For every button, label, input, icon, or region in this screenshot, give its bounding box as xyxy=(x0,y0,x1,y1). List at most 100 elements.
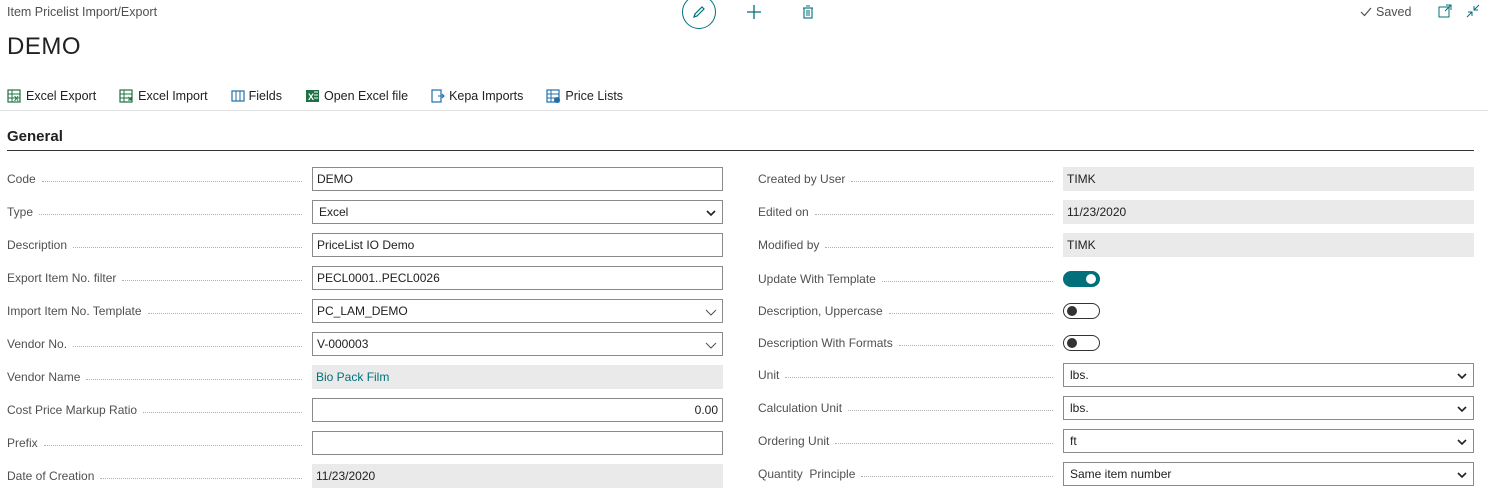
vendor-no-value: V-000003 xyxy=(317,337,369,351)
field-code: Code DEMO xyxy=(7,167,723,191)
unit-value: lbs. xyxy=(1070,368,1089,382)
export-filter-input[interactable]: PECL0001..PECL0026 xyxy=(312,266,723,290)
type-value: Excel xyxy=(319,205,349,219)
date-creation-value: 11/23/2020 xyxy=(312,464,723,488)
chevron-down-icon xyxy=(705,309,717,316)
modified-by-value: TIMK xyxy=(1063,233,1474,257)
delete-button[interactable] xyxy=(798,2,818,22)
description-input[interactable]: PriceList IO Demo xyxy=(312,233,723,257)
kepa-imports-icon xyxy=(431,89,445,103)
field-modified-by: Modified by TIMK xyxy=(758,233,1474,257)
plus-icon xyxy=(747,5,761,19)
excel-export-action[interactable]: X Excel Export xyxy=(7,89,96,103)
vendor-name-value[interactable]: Bio Pack Film xyxy=(312,365,723,389)
ordering-unit-select[interactable]: ft xyxy=(1063,429,1474,453)
chevron-down-icon xyxy=(1457,406,1467,413)
new-button[interactable] xyxy=(744,2,764,22)
excel-import-label: Excel Import xyxy=(138,89,208,103)
field-unit: Unit lbs. xyxy=(758,363,1474,387)
qty-principle-label: Quantity Principle xyxy=(758,467,856,481)
desc-formats-toggle[interactable] xyxy=(1063,335,1100,351)
fields-icon xyxy=(231,90,245,102)
check-icon xyxy=(1360,7,1372,17)
page-title: DEMO xyxy=(7,33,81,60)
import-template-label: Import Item No. Template xyxy=(7,304,142,318)
field-vendor-name: Vendor Name Bio Pack Film xyxy=(7,365,723,389)
chevron-down-icon xyxy=(1457,439,1467,446)
markup-input[interactable]: 0.00 xyxy=(312,398,723,422)
qty-principle-value: Same item number xyxy=(1070,467,1172,481)
excel-file-icon: X xyxy=(305,90,319,102)
fields-label: Fields xyxy=(248,89,282,103)
code-input[interactable]: DEMO xyxy=(312,167,723,191)
calc-unit-label: Calculation Unit xyxy=(758,401,843,415)
saved-status: Saved xyxy=(1360,5,1411,19)
prefix-label: Prefix xyxy=(7,436,38,450)
page-actions xyxy=(682,0,818,30)
prefix-input[interactable] xyxy=(312,431,723,455)
trash-icon xyxy=(803,5,813,19)
field-created-by: Created by User TIMK xyxy=(758,167,1474,191)
ordering-unit-label: Ordering Unit xyxy=(758,434,830,448)
import-template-lookup[interactable]: PC_LAM_DEMO xyxy=(312,299,723,323)
section-title-general[interactable]: General xyxy=(7,128,63,145)
edited-on-value: 11/23/2020 xyxy=(1063,200,1474,224)
chevron-down-icon xyxy=(1457,472,1467,479)
calc-unit-value: lbs. xyxy=(1070,401,1089,415)
excel-export-label: Excel Export xyxy=(26,89,97,103)
excel-import-icon xyxy=(119,89,133,103)
created-by-label: Created by User xyxy=(758,172,846,186)
update-template-toggle[interactable] xyxy=(1063,271,1100,287)
calc-unit-select[interactable]: lbs. xyxy=(1063,396,1474,420)
price-lists-label: Price Lists xyxy=(565,89,624,103)
open-excel-file-label: Open Excel file xyxy=(323,89,409,103)
toggle-knob xyxy=(1086,273,1096,284)
vendor-name-label: Vendor Name xyxy=(7,370,81,384)
vendor-name-link[interactable]: Bio Pack Film xyxy=(316,370,389,384)
field-import-template: Import Item No. Template PC_LAM_DEMO xyxy=(7,299,723,323)
collapse-icon[interactable] xyxy=(1466,4,1480,18)
edited-on-label: Edited on xyxy=(758,205,809,219)
chevron-down-icon xyxy=(705,342,717,349)
svg-text:X: X xyxy=(14,96,19,103)
desc-upper-label: Description, Uppercase xyxy=(758,304,883,318)
saved-label: Saved xyxy=(1376,5,1412,19)
field-qty-principle: Quantity Principle Same item number xyxy=(758,462,1474,486)
field-desc-upper: Description, Uppercase xyxy=(758,299,1100,323)
open-new-window-icon[interactable] xyxy=(1438,4,1452,18)
excel-export-icon: X xyxy=(7,89,21,103)
date-creation-label: Date of Creation xyxy=(7,469,95,483)
type-label: Type xyxy=(7,205,34,219)
ordering-unit-value: ft xyxy=(1070,434,1077,448)
svg-text:X: X xyxy=(308,92,314,102)
vendor-no-label: Vendor No. xyxy=(7,337,68,351)
fields-action[interactable]: Fields xyxy=(231,89,282,103)
pencil-icon xyxy=(693,6,705,18)
excel-import-action[interactable]: Excel Import xyxy=(119,89,208,103)
created-by-value: TIMK xyxy=(1063,167,1474,191)
unit-select[interactable]: lbs. xyxy=(1063,363,1474,387)
field-markup: Cost Price Markup Ratio 0.00 xyxy=(7,398,723,422)
desc-upper-toggle[interactable] xyxy=(1063,303,1100,319)
edit-button[interactable] xyxy=(682,0,716,29)
code-label: Code xyxy=(7,172,36,186)
field-type: Type Excel xyxy=(7,200,723,224)
kepa-imports-label: Kepa Imports xyxy=(449,89,524,103)
field-calc-unit: Calculation Unit lbs. xyxy=(758,396,1474,420)
window-controls xyxy=(1438,4,1480,18)
qty-principle-select[interactable]: Same item number xyxy=(1063,462,1474,486)
open-excel-file-action[interactable]: X Open Excel file xyxy=(305,89,408,103)
vendor-no-lookup[interactable]: V-000003 xyxy=(312,332,723,356)
price-lists-action[interactable]: Price Lists xyxy=(546,89,623,103)
modified-by-label: Modified by xyxy=(758,238,820,252)
field-date-creation: Date of Creation 11/23/2020 xyxy=(7,464,723,488)
section-divider xyxy=(7,150,1474,151)
type-select[interactable]: Excel xyxy=(312,200,723,224)
desc-formats-label: Description With Formats xyxy=(758,336,893,350)
chevron-down-icon xyxy=(706,210,716,217)
toggle-knob xyxy=(1066,305,1077,316)
field-prefix: Prefix xyxy=(7,431,723,455)
chevron-down-icon xyxy=(1457,373,1467,380)
field-edited-on: Edited on 11/23/2020 xyxy=(758,200,1474,224)
kepa-imports-action[interactable]: Kepa Imports xyxy=(431,89,523,103)
